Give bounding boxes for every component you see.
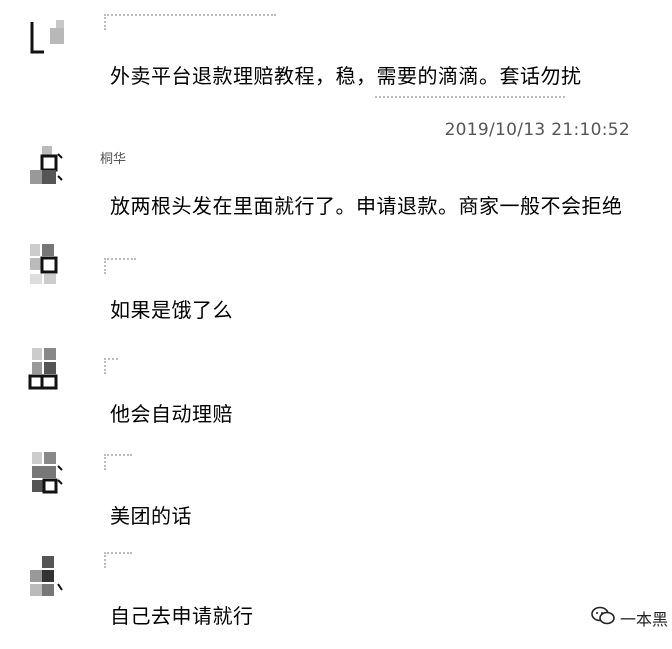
sender-name: 桐华 <box>100 152 127 167</box>
chat-message: 美团的话 <box>0 446 672 536</box>
sender-name-masked <box>104 258 136 274</box>
avatar-icon[interactable] <box>28 450 68 494</box>
avatar-icon[interactable] <box>28 144 68 188</box>
sender-name-masked <box>104 454 132 470</box>
avatar-icon[interactable] <box>28 346 68 390</box>
separator-dots <box>375 96 565 100</box>
message-timestamp: 2019/10/13 21:10:52 <box>444 120 630 140</box>
sender-name-masked <box>104 14 276 30</box>
watermark-text: 一本黑 <box>619 610 668 629</box>
chat-message: 他会自动理赔 <box>0 342 672 432</box>
wechat-icon <box>590 605 616 631</box>
sender-name-masked <box>104 552 132 568</box>
chat-message: 外卖平台退款理赔教程，稳，需要的滴滴。套话勿扰 <box>0 0 672 100</box>
sender-name-masked <box>104 358 118 374</box>
chat-message: 自己去申请就行 <box>0 548 672 638</box>
watermark: 一本黑 <box>590 605 668 631</box>
message-text: 外卖平台退款理赔教程，稳，需要的滴滴。套话勿扰 <box>110 64 582 88</box>
chat-history: 外卖平台退款理赔教程，稳，需要的滴滴。套话勿扰 2019/10/13 21:10… <box>0 0 672 649</box>
message-text: 他会自动理赔 <box>110 402 233 426</box>
avatar-icon[interactable] <box>28 242 68 286</box>
chat-message: 桐华 放两根头发在里面就行了。申请退款。商家一般不会拒绝 <box>0 140 672 230</box>
chat-message: 如果是饿了么 <box>0 238 672 328</box>
message-text: 放两根头发在里面就行了。申请退款。商家一般不会拒绝 <box>110 194 623 218</box>
avatar-icon[interactable] <box>28 554 68 598</box>
message-text: 自己去申请就行 <box>110 604 254 628</box>
message-text: 如果是饿了么 <box>110 298 233 322</box>
avatar-icon[interactable] <box>28 14 68 58</box>
message-text: 美团的话 <box>110 504 192 528</box>
